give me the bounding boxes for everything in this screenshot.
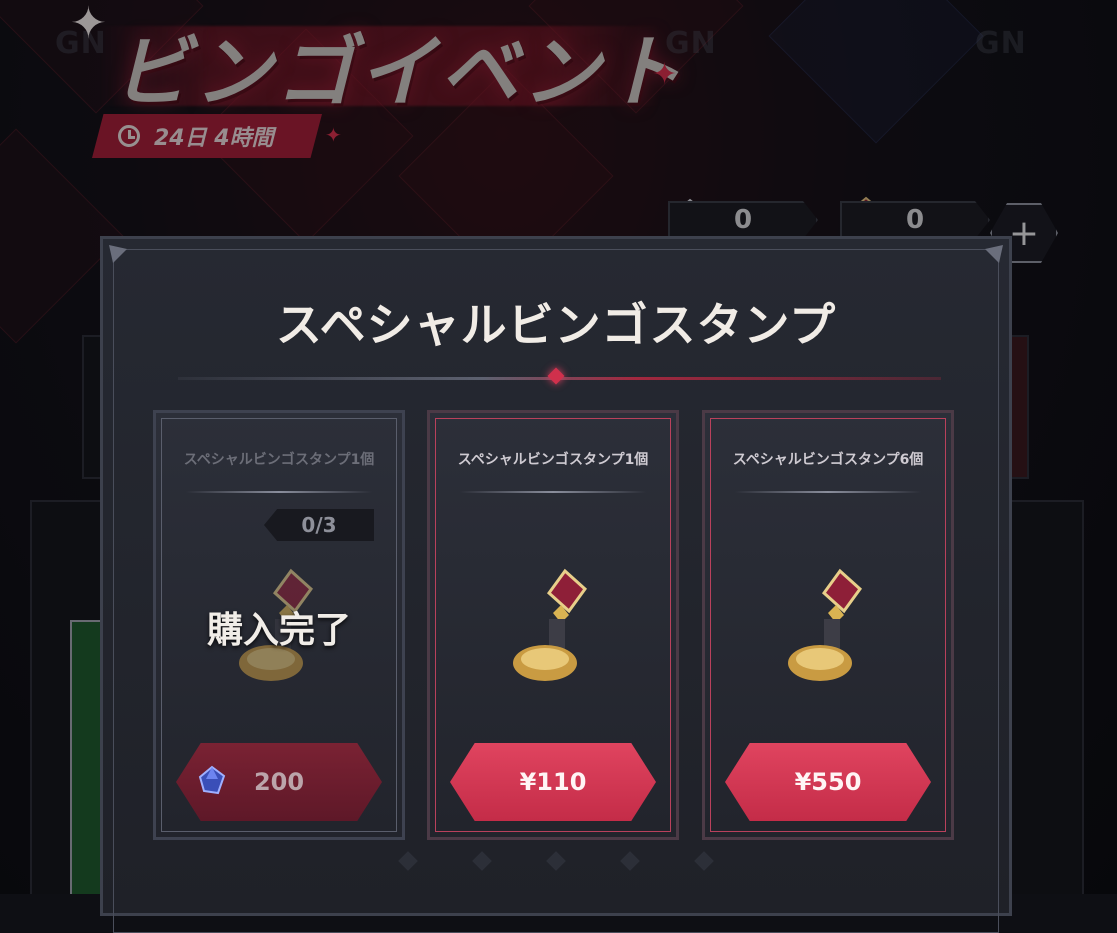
product-card: スペシャルビンゴスタンプ1個 ¥110: [427, 410, 679, 840]
bottom-ornament: [103, 851, 1009, 884]
shop-modal: スペシャルビンゴスタンプ スペシャルビンゴスタンプ1個 0/3 購入完了 200…: [100, 236, 1012, 933]
corner-ornament-icon: [109, 245, 127, 263]
product-name: スペシャルビンゴスタンプ1個: [183, 452, 375, 468]
card-divider: [460, 491, 646, 493]
product-name: スペシャルビンゴスタンプ1個: [457, 452, 649, 468]
product-card: スペシャルビンゴスタンプ6個 ¥550: [702, 410, 954, 840]
purchase-limit: 0/3: [264, 509, 374, 541]
corner-ornament-icon: [985, 245, 1003, 263]
price-text: 200: [253, 768, 305, 796]
modal-title: スペシャルビンゴスタンプ: [275, 298, 837, 352]
product-card: スペシャルビンゴスタンプ1個 0/3 購入完了 200: [153, 410, 405, 840]
buy-button[interactable]: ¥550: [725, 743, 931, 821]
gem-icon: [198, 765, 226, 795]
card-divider: [186, 491, 372, 493]
buy-button[interactable]: ¥110: [450, 743, 656, 821]
product-name: スペシャルビンゴスタンプ6個: [732, 452, 924, 468]
card-divider: [735, 491, 921, 493]
bingo-stamp-icon: [513, 568, 588, 681]
purchased-label: 購入完了: [206, 610, 351, 651]
price-button-gems: 200: [176, 743, 382, 821]
bingo-stamp-icon: [788, 568, 863, 681]
